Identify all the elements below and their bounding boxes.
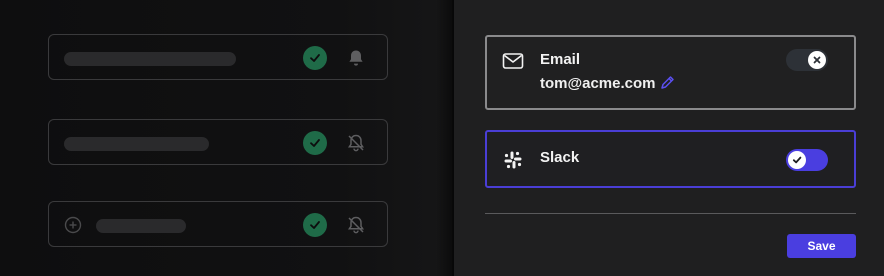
pane-shadow (436, 0, 454, 276)
email-channel-card[interactable]: Email tom@acme.com (485, 35, 856, 110)
check-icon (303, 213, 327, 237)
add-circle-icon (64, 216, 82, 234)
placeholder-bar (64, 137, 209, 151)
list-item (48, 34, 388, 80)
slack-icon (502, 149, 524, 171)
email-address: tom@acme.com (540, 75, 656, 92)
placeholder-bar (96, 219, 186, 233)
mail-icon (502, 50, 524, 72)
check-icon (303, 131, 327, 155)
list-item (48, 119, 388, 165)
check-icon (303, 46, 327, 70)
check-icon (788, 151, 806, 169)
list-item (48, 201, 388, 247)
email-toggle[interactable] (786, 49, 828, 71)
placeholder-bar (64, 52, 236, 66)
save-button[interactable]: Save (787, 234, 856, 258)
bell-off-icon (345, 214, 367, 236)
close-icon (808, 51, 826, 69)
slack-channel-label: Slack (540, 149, 580, 166)
slack-channel-card[interactable]: Slack (485, 130, 856, 188)
email-channel-label: Email (540, 51, 581, 68)
notification-channels-panel: Email tom@acme.com Slack Save (454, 0, 884, 276)
footer-divider (485, 213, 856, 214)
background-notification-list (0, 0, 452, 276)
bell-icon (345, 47, 367, 69)
edit-pencil-icon[interactable] (659, 75, 675, 91)
bell-off-icon (345, 132, 367, 154)
slack-toggle[interactable] (786, 149, 828, 171)
